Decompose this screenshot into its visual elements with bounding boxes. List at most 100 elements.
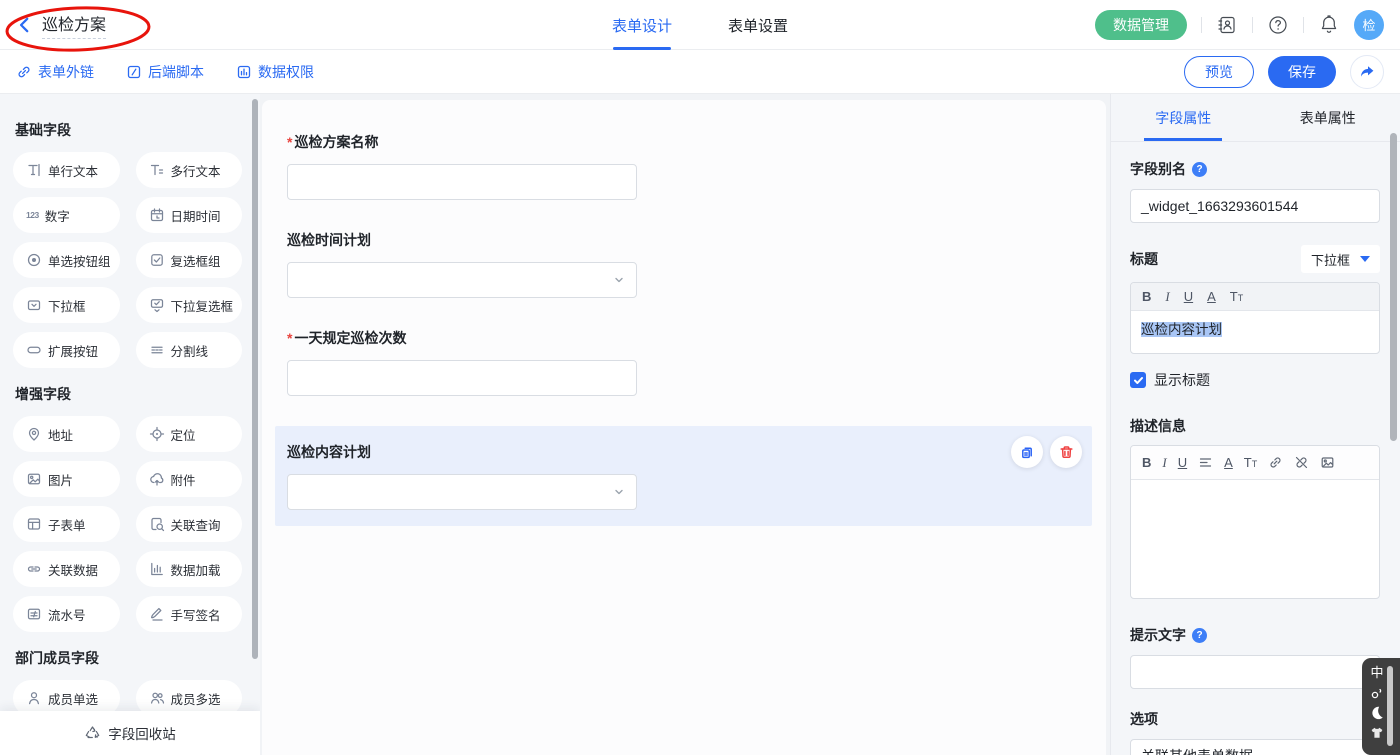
field-pill-label: 下拉框 — [48, 296, 86, 315]
canvas-field[interactable]: *一天规定巡检次数 — [287, 328, 1092, 396]
bell-icon[interactable] — [1318, 14, 1340, 36]
panel-scrollbar[interactable] — [1390, 133, 1397, 441]
help-icon[interactable] — [1267, 14, 1289, 36]
delete-field-button[interactable] — [1050, 436, 1082, 468]
script-icon — [126, 64, 142, 80]
field-pill-divider-line[interactable]: 分割线 — [136, 332, 243, 368]
options-input[interactable]: 关联其他表单数据 — [1130, 739, 1380, 755]
selected-text: 巡检内容计划 — [1141, 322, 1222, 337]
canvas-field-selected[interactable]: 巡检内容计划 — [275, 426, 1092, 526]
tab-field-properties[interactable]: 字段属性 — [1111, 94, 1256, 141]
check-icon — [1133, 375, 1144, 386]
header-tabs: 表单设计 表单设置 — [612, 0, 788, 50]
field-pill-checkbox-group[interactable]: 复选框组 — [136, 242, 243, 278]
link-icon[interactable] — [1268, 455, 1283, 470]
section-title: 基础字段 — [15, 120, 242, 140]
save-button[interactable]: 保存 — [1268, 56, 1336, 88]
field-input[interactable] — [287, 164, 637, 200]
copy-field-button[interactable] — [1011, 436, 1043, 468]
bold-icon[interactable]: B — [1142, 290, 1151, 303]
align-icon[interactable] — [1198, 455, 1213, 470]
field-pill-label: 下拉复选框 — [171, 296, 234, 315]
image-icon[interactable] — [1320, 455, 1335, 470]
field-pill-select[interactable]: 下拉框 — [13, 287, 120, 323]
canvas-field[interactable]: *巡检方案名称 — [287, 132, 1092, 200]
italic-icon[interactable]: I — [1162, 456, 1166, 469]
widget-type-dropdown[interactable]: 下拉框 — [1301, 245, 1380, 273]
field-pill-text-single[interactable]: 单行文本 — [13, 152, 120, 188]
field-pill-label: 关联查询 — [171, 515, 221, 534]
options-label: 选项 — [1130, 709, 1158, 729]
field-pill-label: 单选按钮组 — [48, 251, 111, 270]
font-size-icon[interactable]: TT — [1244, 456, 1257, 469]
help-icon[interactable]: ? — [1192, 162, 1207, 177]
title-rich-editor: B I U A TT 巡检内容计划 — [1130, 282, 1380, 354]
field-pill-extend-button[interactable]: 扩展按钮 — [13, 332, 120, 368]
field-select[interactable] — [287, 262, 637, 298]
sidebar-scrollbar[interactable] — [252, 99, 258, 659]
field-pill-address[interactable]: 地址 — [13, 416, 120, 452]
field-select[interactable] — [287, 474, 637, 510]
underline-icon[interactable]: U — [1178, 456, 1187, 469]
field-recycle-bin[interactable]: 字段回收站 — [0, 711, 260, 755]
field-pill-radio-group[interactable]: 单选按钮组 — [13, 242, 120, 278]
field-alias-label: 字段别名 — [1130, 159, 1186, 179]
shirt-icon[interactable] — [1369, 725, 1385, 741]
address-book-icon[interactable] — [1216, 14, 1238, 36]
tab-form-properties[interactable]: 表单属性 — [1256, 94, 1400, 141]
field-alias-input[interactable]: _widget_1663293601544 — [1130, 189, 1380, 223]
field-pill-data-load[interactable]: 数据加载 — [136, 551, 243, 587]
tab-form-design[interactable]: 表单设计 — [612, 0, 672, 50]
data-manage-button[interactable]: 数据管理 — [1095, 10, 1187, 40]
backend-script-link[interactable]: 后端脚本 — [126, 62, 204, 82]
field-label: 巡检内容计划 — [287, 442, 1080, 462]
field-pill-image[interactable]: 图片 — [13, 461, 120, 497]
underline-icon[interactable]: U — [1184, 290, 1193, 303]
italic-icon[interactable]: I — [1165, 290, 1169, 303]
help-icon[interactable]: ? — [1192, 628, 1207, 643]
canvas-field[interactable]: 巡检时间计划 — [287, 230, 1092, 298]
title-editor-content[interactable]: 巡检内容计划 — [1131, 311, 1379, 353]
form-toolbar: 表单外链 后端脚本 数据权限 预览 保存 — [0, 50, 1400, 94]
field-pill-label: 地址 — [48, 425, 73, 444]
avatar[interactable]: 检 — [1354, 10, 1384, 40]
field-pill-text-multi[interactable]: 多行文本 — [136, 152, 243, 188]
bold-icon[interactable]: B — [1142, 456, 1151, 469]
field-pill-locate[interactable]: 定位 — [136, 416, 243, 452]
field-pill-subform[interactable]: 子表单 — [13, 506, 120, 542]
data-permission-link[interactable]: 数据权限 — [236, 62, 314, 82]
field-input[interactable] — [287, 360, 637, 396]
app-header: 巡检方案 表单设计 表单设置 数据管理 检 — [0, 0, 1400, 50]
description-editor-content[interactable] — [1131, 480, 1379, 598]
divider — [1252, 17, 1253, 33]
preview-button[interactable]: 预览 — [1184, 56, 1254, 88]
ime-language-indicator[interactable]: 中 — [1370, 665, 1383, 681]
show-title-checkbox[interactable] — [1130, 372, 1146, 388]
field-pill-serial-number[interactable]: 流水号 — [13, 596, 120, 632]
punctuation-icon[interactable] — [1369, 685, 1385, 701]
moon-icon[interactable] — [1369, 705, 1385, 721]
field-pill-attachment[interactable]: 附件 — [136, 461, 243, 497]
form-canvas: *巡检方案名称巡检时间计划 *一天规定巡检次数巡检内容计划 — [260, 94, 1110, 755]
unlink-icon[interactable] — [1294, 455, 1309, 470]
caret-down-icon — [1360, 256, 1370, 262]
field-pill-datetime[interactable]: 日期时间 — [136, 197, 243, 233]
form-external-link[interactable]: 表单外链 — [16, 62, 94, 82]
page-title[interactable]: 巡检方案 — [42, 11, 106, 39]
field-pill-multi-select[interactable]: 下拉复选框 — [136, 287, 243, 323]
data-permission-icon — [236, 64, 252, 80]
field-pill-signature[interactable]: 手写签名 — [136, 596, 243, 632]
share-button[interactable] — [1350, 55, 1384, 89]
font-color-icon[interactable]: A — [1224, 456, 1233, 469]
field-pill-linked-query[interactable]: 关联查询 — [136, 506, 243, 542]
ime-scrollbar[interactable] — [1387, 666, 1393, 746]
tab-form-settings[interactable]: 表单设置 — [728, 0, 788, 50]
field-pill-number[interactable]: 123数字 — [13, 197, 120, 233]
field-label: *一天规定巡检次数 — [287, 328, 1092, 348]
back-chevron-icon[interactable] — [16, 16, 34, 34]
field-pill-label: 手写签名 — [171, 605, 221, 624]
font-size-icon[interactable]: TT — [1230, 290, 1243, 303]
field-pill-linked-data[interactable]: 关联数据 — [13, 551, 120, 587]
font-color-icon[interactable]: A — [1207, 290, 1216, 303]
hint-text-input[interactable] — [1130, 655, 1380, 689]
